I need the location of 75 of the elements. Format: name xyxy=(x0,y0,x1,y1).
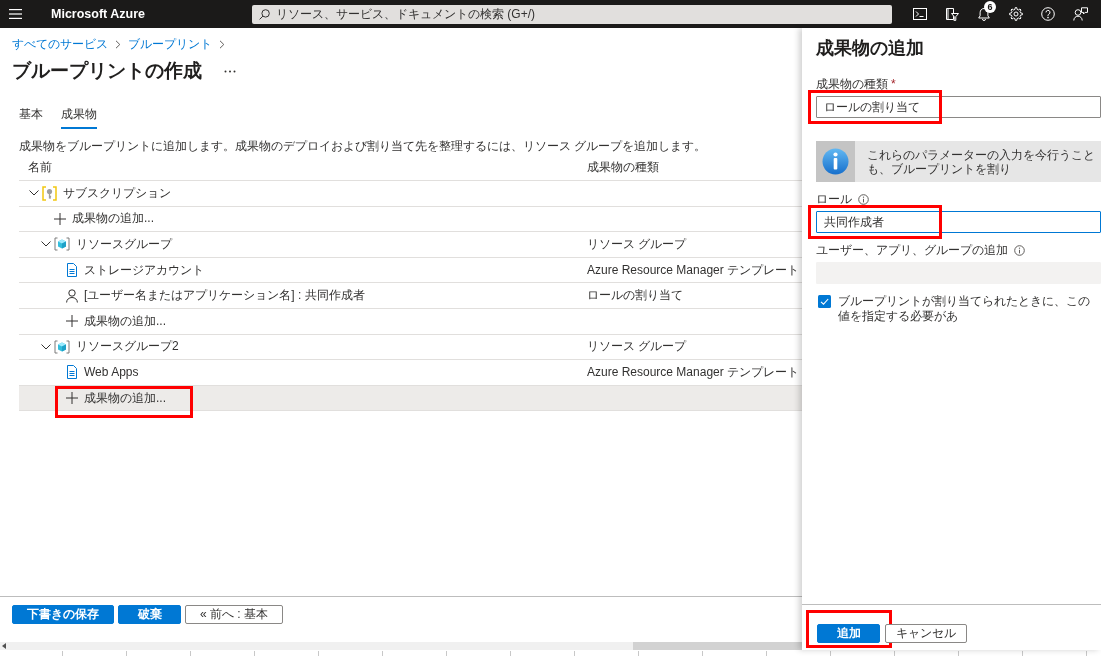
artifact-type: Azure Resource Manager テンプレート xyxy=(587,363,800,381)
tree-row[interactable]: 成果物の追加... xyxy=(19,308,802,335)
artifact-type: リソース グループ xyxy=(587,236,687,253)
artifact-name: ストレージアカウント xyxy=(84,261,204,279)
tab[interactable]: 成果物 xyxy=(61,106,97,129)
add-artifact-link[interactable]: 成果物の追加... xyxy=(84,389,166,407)
info-icon[interactable] xyxy=(858,194,869,205)
person-icon xyxy=(66,288,78,303)
tree-row[interactable]: ストレージアカウント Azure Resource Manager テンプレート xyxy=(19,257,802,284)
field-label: ロール xyxy=(816,193,852,206)
info-banner-text: これらのパラメーターの入力を今行うことも、ブループリントを割り xyxy=(866,147,1096,176)
key-icon xyxy=(42,185,57,201)
chevron-right-icon xyxy=(219,40,225,49)
cube-icon xyxy=(54,339,70,354)
artifact-name: リソースグループ xyxy=(76,236,172,253)
field-label: 成果物の種類 xyxy=(816,78,888,91)
primary-button[interactable]: 下書きの保存 xyxy=(12,605,114,624)
tree-row[interactable]: リソースグループ リソース グループ xyxy=(19,232,802,258)
info-icon xyxy=(816,141,855,182)
column-header: 名前 xyxy=(28,159,52,174)
terminal-icon[interactable] xyxy=(913,8,927,20)
tree-row[interactable]: 成果物の追加... xyxy=(19,206,802,233)
secondary-button[interactable]: « 前へ : 基本 xyxy=(185,605,283,624)
tree-row[interactable]: Web Apps Azure Resource Manager テンプレート xyxy=(19,360,802,386)
tree-row[interactable]: 成果物の追加... xyxy=(19,385,802,412)
search-field[interactable]: リソース、サービス、ドキュメントの検索 (G+/) xyxy=(252,4,892,24)
breadcrumb-link[interactable]: すべてのサービス xyxy=(12,36,108,53)
document-icon xyxy=(66,365,78,380)
artifact-name: [ユーザー名またはアプリケーション名] : 共同作成者 xyxy=(84,287,365,305)
add-artifact-link[interactable]: 成果物の追加... xyxy=(84,312,166,330)
required-mark: * xyxy=(891,78,896,91)
plus-icon[interactable] xyxy=(54,212,66,225)
description-text: 成果物をブループリントに追加します。成果物のデプロイおよび割り当て先を整理するには、リソース グループを追加します。 xyxy=(19,139,708,154)
artifact-name: サブスクリプション xyxy=(63,184,171,202)
primary-button[interactable]: 破棄 xyxy=(118,605,181,624)
chevron-right-icon xyxy=(115,40,121,49)
tree-row[interactable]: サブスクリプション xyxy=(19,181,802,207)
panel-title: 成果物の追加 xyxy=(816,37,925,60)
bell-icon[interactable] xyxy=(978,7,990,21)
plus-icon[interactable] xyxy=(66,315,78,328)
cube-icon xyxy=(54,237,70,252)
document-icon xyxy=(66,263,78,278)
menu-icon[interactable] xyxy=(8,9,22,19)
column-header: 成果物の種類 xyxy=(587,159,659,174)
settings-icon[interactable] xyxy=(1009,7,1023,21)
chevron-down-icon[interactable] xyxy=(29,190,39,197)
more-icon[interactable] xyxy=(224,69,236,73)
plus-icon[interactable] xyxy=(66,392,78,405)
field-label: ユーザー、アプリ、グループの追加 xyxy=(816,244,1008,257)
notification-badge: 6 xyxy=(984,1,996,13)
add-artifact-link[interactable]: 成果物の追加... xyxy=(72,210,154,228)
feedback-icon[interactable] xyxy=(1072,7,1088,21)
artifact-name: Web Apps xyxy=(84,365,139,380)
help-icon[interactable] xyxy=(1041,7,1055,21)
chevron-down-icon[interactable] xyxy=(41,241,51,248)
text-field[interactable]: ロールの割り当て xyxy=(816,96,1101,118)
tree-row[interactable]: [ユーザー名またはアプリケーション名] : 共同作成者 ロールの割り当て xyxy=(19,283,802,309)
filter-icon[interactable] xyxy=(945,7,959,21)
artifact-type: リソース グループ xyxy=(587,338,687,356)
artifact-type: ロールの割り当て xyxy=(587,287,683,305)
brand-name[interactable]: Microsoft Azure xyxy=(51,7,145,21)
text-field[interactable]: 共同作成者 xyxy=(816,211,1101,233)
search-icon xyxy=(259,8,270,20)
checkbox[interactable] xyxy=(818,295,831,308)
artifact-name: リソースグループ2 xyxy=(76,338,179,356)
chevron-down-icon[interactable] xyxy=(41,343,51,350)
horizontal-scrollbar[interactable] xyxy=(0,642,802,650)
primary-button[interactable]: 追加 xyxy=(817,624,880,643)
tab[interactable]: 基本 xyxy=(19,106,43,129)
checkbox-label: ブループリントが割り当てられたときに、この値を指定する必要があ xyxy=(838,294,1091,324)
artifact-type: Azure Resource Manager テンプレート xyxy=(587,261,800,279)
tree-row[interactable]: リソースグループ2 リソース グループ xyxy=(19,334,802,361)
breadcrumb-link[interactable]: ブループリント xyxy=(128,36,212,53)
secondary-button[interactable]: キャンセル xyxy=(885,624,967,643)
page-title: ブループリントの作成 xyxy=(12,59,202,83)
